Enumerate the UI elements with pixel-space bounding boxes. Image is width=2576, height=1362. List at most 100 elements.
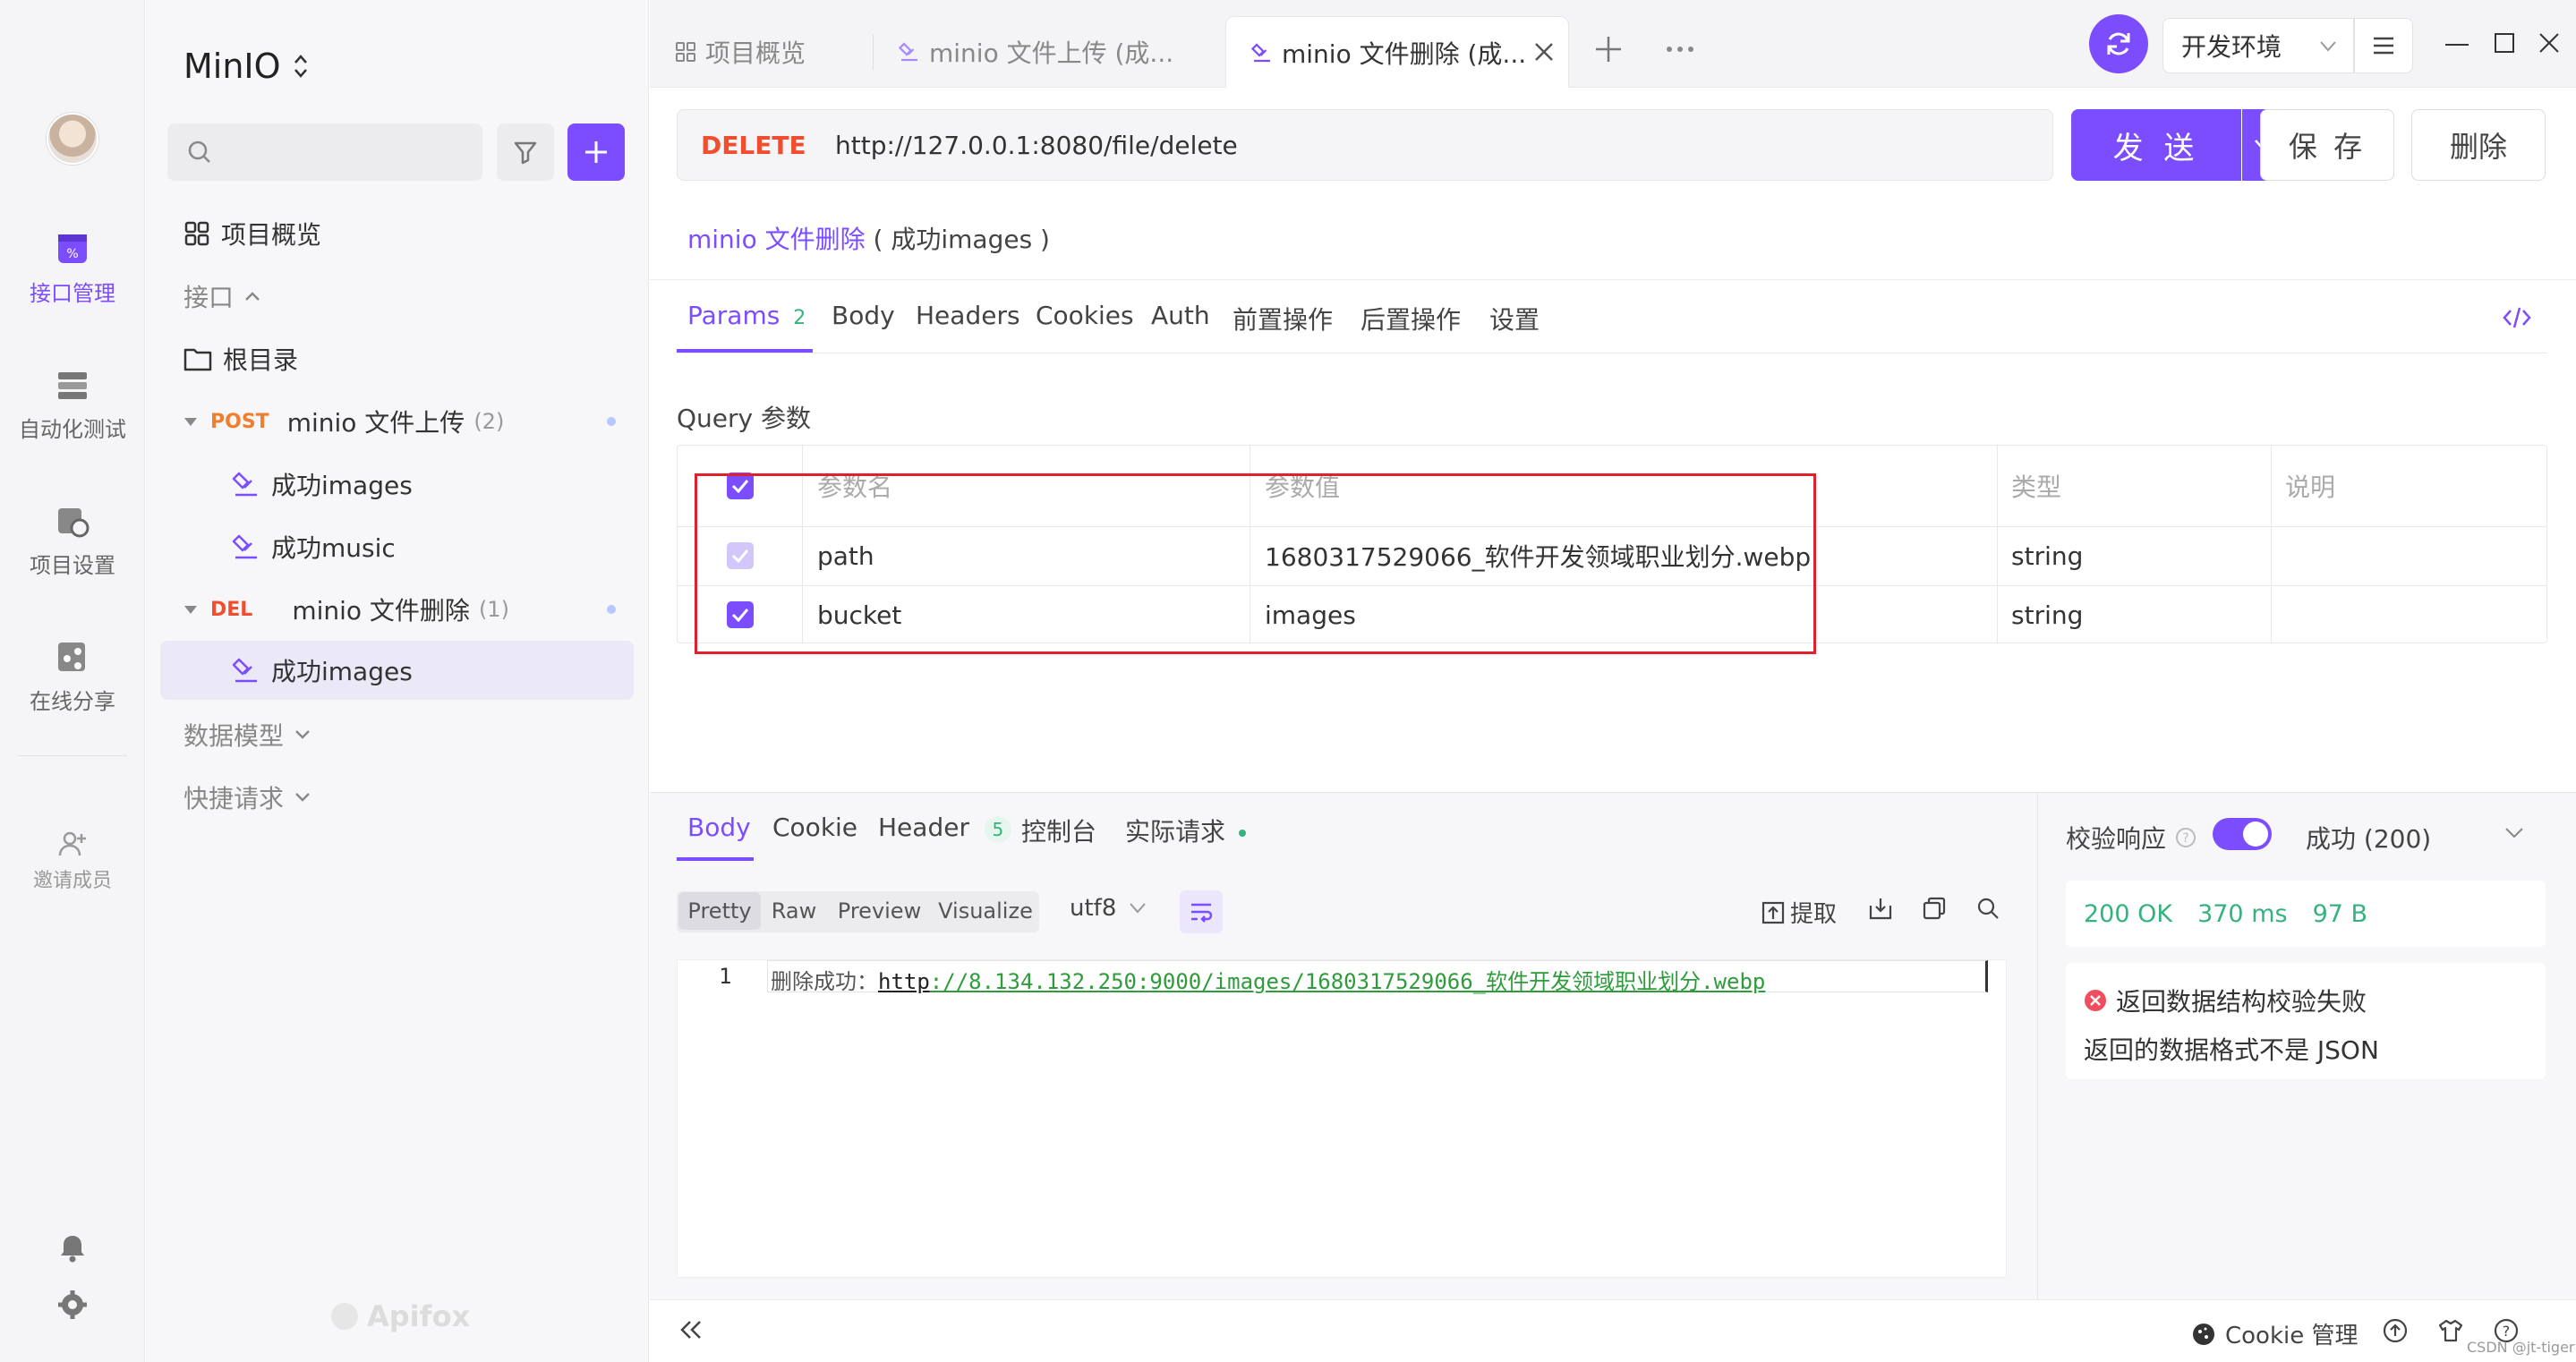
- rail-item-project-settings[interactable]: 项目设置: [0, 503, 145, 579]
- add-button[interactable]: [567, 123, 625, 181]
- sidebar-folder-delete[interactable]: DEL minio 文件删除 (1): [183, 582, 630, 637]
- rail-label: 项目设置: [30, 553, 115, 578]
- view-mode-raw[interactable]: Raw: [763, 892, 825, 930]
- validate-label: 校验响应 ?: [2066, 820, 2196, 856]
- encoding-select[interactable]: utf8: [1070, 895, 1147, 922]
- sidebar-section-api[interactable]: 接口: [183, 268, 630, 324]
- resp-tab-cookie[interactable]: Cookie: [772, 813, 857, 842]
- resp-tab-body[interactable]: Body: [687, 813, 751, 842]
- tab-delete[interactable]: minio 文件删除 (成...: [1225, 16, 1569, 88]
- svg-text:?: ?: [2182, 831, 2188, 846]
- tab-auth[interactable]: Auth: [1151, 301, 1210, 330]
- wrap-toggle[interactable]: [1180, 890, 1223, 933]
- tab-params[interactable]: Params 2: [687, 301, 806, 330]
- search-input[interactable]: [221, 132, 472, 172]
- tab-headers[interactable]: Headers: [916, 301, 1020, 330]
- method-label[interactable]: DELETE: [701, 131, 835, 160]
- body-url[interactable]: ://8.134.132.250:9000/images/16803175290…: [930, 969, 1766, 994]
- folder-count: (1): [478, 597, 509, 622]
- extract-button[interactable]: 提取: [1761, 896, 1837, 929]
- tab-settings[interactable]: 设置: [1489, 301, 1540, 336]
- rail-label: 接口管理: [30, 281, 115, 306]
- apifox-watermark: Apifox: [329, 1299, 470, 1333]
- view-mode-visualize[interactable]: Visualize: [936, 892, 1035, 930]
- more-tabs-icon[interactable]: [1665, 45, 1695, 54]
- tab-cookies[interactable]: Cookies: [1036, 301, 1134, 330]
- case-label: 成功images: [271, 471, 413, 500]
- search-box[interactable]: [167, 123, 482, 181]
- resp-tab-header[interactable]: Header 5: [878, 813, 1011, 843]
- close-icon[interactable]: [1532, 40, 1556, 64]
- search-icon[interactable]: [1976, 897, 2000, 920]
- resp-tab-console[interactable]: 控制台: [1021, 813, 1096, 848]
- error-title: 返回数据结构校验失败: [2116, 987, 2367, 1017]
- tab-post-ops[interactable]: 后置操作: [1361, 301, 1461, 336]
- code-icon[interactable]: [2503, 306, 2531, 329]
- csdn-watermark: CSDN @jt-tiger: [2467, 1339, 2575, 1356]
- download-icon[interactable]: [1869, 897, 1892, 920]
- highlight-box: [695, 473, 1816, 654]
- upload-icon[interactable]: [2383, 1318, 2408, 1343]
- chevron-down-icon: [294, 792, 311, 803]
- tab-pre-ops[interactable]: 前置操作: [1233, 301, 1333, 336]
- collapse-icon[interactable]: [678, 1319, 704, 1341]
- body-url-scheme[interactable]: http: [878, 969, 930, 994]
- env-menu-button[interactable]: [2354, 18, 2413, 73]
- view-mode-preview[interactable]: Preview: [832, 892, 926, 930]
- env-select[interactable]: 开发环境: [2162, 18, 2354, 73]
- wrap-icon: [1189, 901, 1214, 923]
- sidebar-case-upload-music[interactable]: 成功music: [232, 519, 630, 575]
- tab-bar: 项目概览 minio 文件上传 (成... minio 文件删除 (成... 开…: [650, 0, 2576, 88]
- sidebar-case-delete-images[interactable]: 成功images: [160, 641, 634, 700]
- tab-overview[interactable]: 项目概览: [650, 16, 872, 88]
- rail-item-api-management[interactable]: % 接口管理: [0, 231, 145, 307]
- help-icon[interactable]: ?: [2175, 827, 2196, 848]
- col-line: [1997, 446, 1998, 643]
- resp-tab-actual[interactable]: 实际请求: [1125, 813, 1246, 848]
- status-dot: [607, 605, 616, 614]
- breadcrumb-link[interactable]: minio 文件删除: [687, 225, 866, 254]
- gear-icon[interactable]: [57, 1290, 88, 1320]
- view-mode-pretty[interactable]: Pretty: [678, 892, 761, 930]
- maximize-icon[interactable]: [2494, 32, 2515, 54]
- sidebar-section-data-model[interactable]: 数据模型: [183, 707, 630, 762]
- sidebar-section-quick-request[interactable]: 快捷请求: [183, 770, 630, 825]
- rail-item-automation[interactable]: 自动化测试: [0, 367, 145, 443]
- rail-item-invite[interactable]: 邀请成员: [0, 829, 145, 893]
- tab-body[interactable]: Body: [832, 301, 895, 330]
- save-button[interactable]: 保 存: [2260, 109, 2394, 181]
- user-avatar[interactable]: [47, 113, 98, 165]
- minimize-icon[interactable]: [2445, 43, 2469, 47]
- overview-label: 项目概览: [221, 220, 322, 250]
- sidebar-item-root[interactable]: 根目录: [183, 331, 630, 387]
- url-input[interactable]: http://127.0.0.1:8080/file/delete: [835, 131, 1238, 160]
- copy-icon[interactable]: [1923, 897, 1946, 920]
- chevron-down-icon[interactable]: [2504, 827, 2524, 839]
- response-text: 删除成功：http://8.134.132.250:9000/images/16…: [771, 964, 1765, 995]
- bell-icon[interactable]: [57, 1233, 88, 1264]
- shirt-icon[interactable]: [2438, 1318, 2463, 1343]
- response-editor[interactable]: 1 删除成功：http://8.134.132.250:9000/images/…: [677, 959, 2007, 1278]
- case-icon: [232, 656, 260, 685]
- sidebar-item-overview[interactable]: 项目概览: [183, 206, 630, 261]
- sync-button[interactable]: [2089, 14, 2148, 73]
- add-tab-icon[interactable]: [1593, 34, 1624, 64]
- send-label: 发 送: [2112, 130, 2200, 166]
- rail-item-online-share[interactable]: 在线分享: [0, 639, 145, 715]
- settings-icon: [55, 503, 90, 539]
- send-button[interactable]: 发 送: [2071, 109, 2241, 181]
- chevron-up-icon: [244, 291, 260, 302]
- tab-upload[interactable]: minio 文件上传 (成...: [874, 16, 1205, 88]
- validate-toggle[interactable]: [2213, 818, 2272, 850]
- project-switcher[interactable]: MinIO: [183, 47, 308, 86]
- param-type-cell[interactable]: string: [2011, 585, 2083, 644]
- delete-button[interactable]: 删除: [2411, 109, 2546, 181]
- panel-divider: [2037, 793, 2038, 1299]
- validate-status[interactable]: 成功 (200): [2306, 820, 2431, 856]
- sidebar-folder-upload[interactable]: POST minio 文件上传 (2): [183, 394, 630, 449]
- param-type-cell[interactable]: string: [2011, 526, 2083, 585]
- filter-button[interactable]: [497, 123, 554, 181]
- cookie-manager[interactable]: Cookie 管理: [2191, 1317, 2358, 1350]
- sidebar-case-upload-images[interactable]: 成功images: [232, 456, 630, 512]
- window-close-icon[interactable]: [2538, 32, 2560, 54]
